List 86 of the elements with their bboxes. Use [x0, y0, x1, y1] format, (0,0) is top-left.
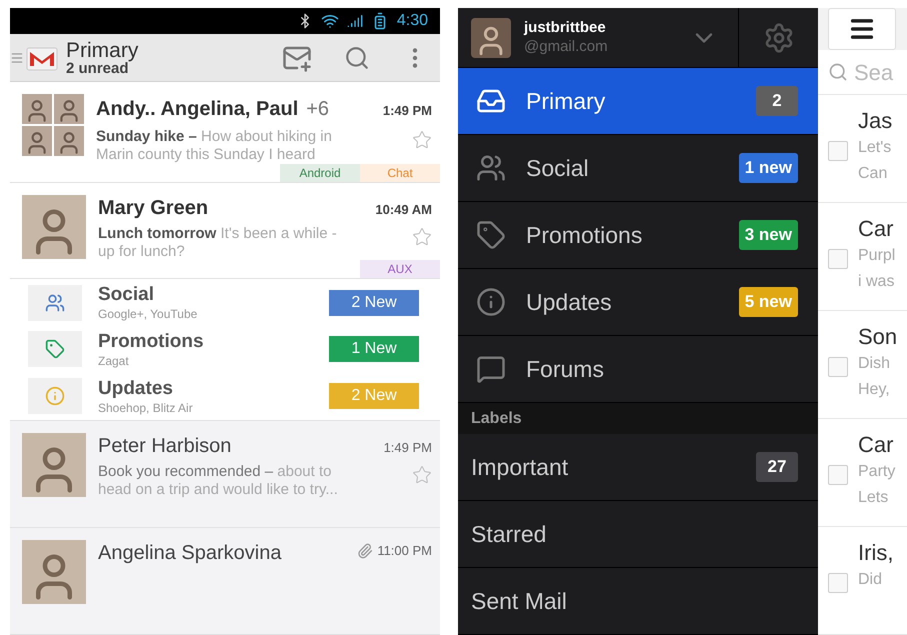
message-row[interactable]: Iris, Did	[818, 527, 907, 635]
menu-icon[interactable]	[10, 50, 24, 65]
conversation-row[interactable]: Angelina Sparkovina 11:00 PM	[10, 528, 440, 635]
star-icon[interactable]	[412, 464, 432, 485]
count-badge: 1 new	[738, 153, 798, 183]
count-badge: 5 new	[738, 287, 798, 317]
category-name: Promotions	[98, 330, 205, 354]
message-time: 1:49 PM	[384, 438, 432, 457]
sender-name: Car	[858, 431, 894, 459]
tag-icon	[45, 339, 65, 360]
checkbox[interactable]	[828, 573, 848, 593]
category-sources: Zagat	[98, 354, 130, 369]
account-email: @gmail.com	[524, 38, 609, 56]
new-count-badge: 1 New	[329, 336, 419, 362]
message-snippet: Party	[858, 462, 896, 482]
sender-name: Iris,	[858, 539, 894, 567]
message-time: 11:00 PM	[377, 542, 432, 560]
search-icon	[828, 62, 848, 82]
message-snippet: Did	[858, 570, 884, 590]
avatar-placeholder	[22, 195, 86, 260]
message-snippet: i was	[858, 272, 896, 292]
message-snippet: Purpl	[858, 246, 896, 266]
message-row[interactable]: Car Purpl i was	[818, 203, 907, 311]
message-snippet: Hey,	[858, 380, 891, 400]
unread-count: 2 unread	[66, 60, 129, 76]
account-username: justbrittbee	[524, 18, 607, 38]
new-count-badge: 2 New	[329, 290, 419, 316]
message-preview: Book you recommended – about to head on a trip and would like to try...	[98, 462, 339, 499]
star-icon[interactable]	[412, 130, 432, 150]
message-snippet: Lets	[858, 488, 890, 508]
avatar-placeholder	[471, 18, 511, 58]
category-name: Updates	[98, 376, 174, 401]
label-tag: AUX	[360, 260, 440, 278]
sender-count: +6	[306, 97, 330, 122]
new-count-badge: 2 New	[329, 383, 419, 410]
category-sources: Shoehop, Blitz Air	[98, 400, 194, 416]
search-icon[interactable]	[344, 44, 370, 71]
category-name: Social	[98, 283, 155, 308]
message-snippet: Dish	[858, 354, 892, 374]
chat-bubble-icon	[476, 354, 506, 384]
count-badge: 27	[756, 452, 798, 482]
sender-name: Jas	[858, 107, 894, 135]
checkbox[interactable]	[828, 141, 848, 161]
menu-button[interactable]	[828, 8, 896, 50]
sender-names: Angelina Sparkovina	[98, 540, 282, 566]
info-icon	[45, 386, 65, 406]
checkbox[interactable]	[828, 357, 848, 377]
message-time: 1:49 PM	[382, 102, 432, 120]
people-icon	[45, 292, 65, 313]
category-row[interactable]: Updates Shoehop, Blitz Air 2 New	[28, 376, 422, 416]
wifi-icon	[320, 12, 339, 30]
sender-names: Peter Harbison	[98, 434, 232, 459]
category-sources: Google+, YouTube	[98, 307, 198, 322]
label-tag: Android	[280, 164, 360, 182]
section-header: Labels	[458, 403, 818, 434]
checkbox[interactable]	[828, 249, 848, 269]
toolbar-title: Primary	[66, 40, 138, 61]
drawer-item[interactable]: Primary 2	[458, 68, 818, 135]
message-preview: Lunch tomorrow It's been a while - up for lunch?	[98, 225, 338, 262]
message-row[interactable]: Car Party Lets	[818, 419, 907, 527]
signal-icon	[346, 13, 363, 30]
sender-names: Mary Green	[98, 196, 208, 222]
category-row[interactable]: Social Google+, YouTube 2 New	[28, 283, 422, 322]
conversation-row[interactable]: Peter Harbison 1:49 PM Book you recommended – about to head on a trip and would like to try...	[10, 420, 440, 528]
avatar-placeholder	[22, 432, 86, 497]
message-preview: Sunday hike – How about hiking in Marin county this Sunday I heard	[96, 128, 333, 164]
people-icon	[476, 153, 506, 183]
message-snippet: Let's	[858, 138, 892, 158]
sender-name: Son	[858, 323, 898, 351]
clock: 4:30	[396, 11, 428, 32]
info-icon	[476, 287, 506, 317]
checkbox[interactable]	[828, 465, 848, 485]
category-row[interactable]: Promotions Zagat 1 New	[28, 330, 422, 369]
sender-names: Andy.. Angelina, Paul	[96, 97, 298, 122]
count-badge: 2	[756, 86, 798, 116]
count-badge: 3 new	[738, 220, 798, 250]
message-row[interactable]: Jas Let's Can	[818, 95, 907, 203]
sender-name: Car	[858, 215, 894, 243]
message-row[interactable]: Son Dish Hey,	[818, 311, 907, 419]
avatar-group-placeholder	[22, 94, 84, 156]
avatar-placeholder	[22, 540, 86, 604]
tag-icon	[476, 220, 506, 250]
star-icon[interactable]	[412, 227, 432, 248]
message-snippet: Can	[858, 164, 888, 184]
label-tag: Chat	[360, 164, 440, 182]
message-time: 10:49 AM	[375, 201, 432, 220]
